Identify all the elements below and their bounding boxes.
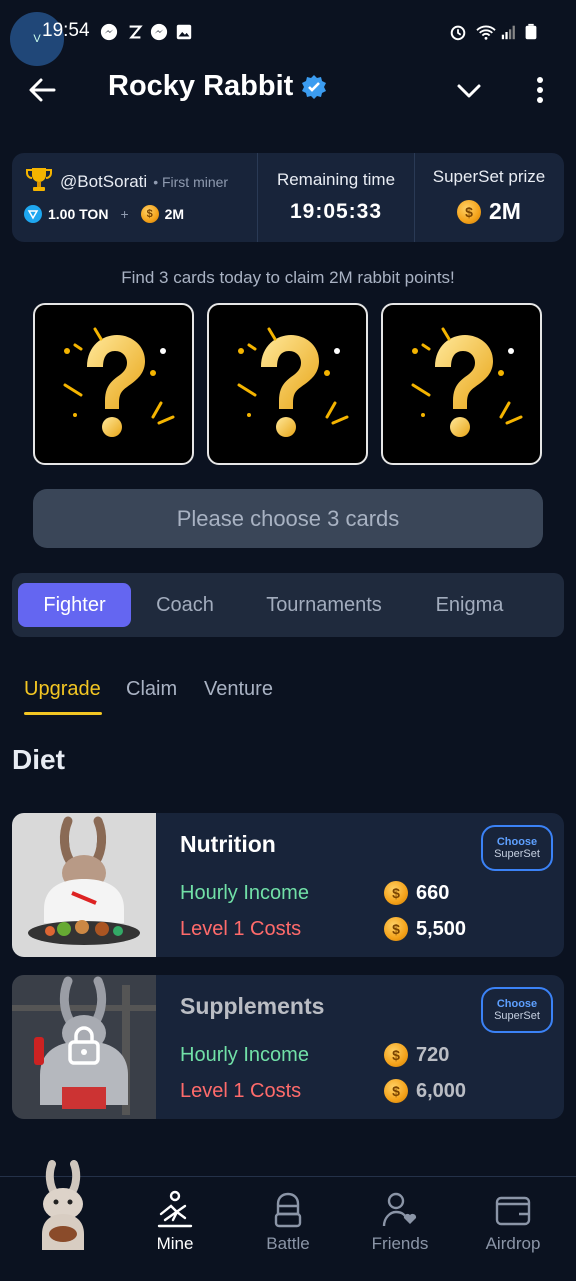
tab-fighter[interactable]: Fighter xyxy=(18,583,131,627)
gallery-icon xyxy=(176,24,192,40)
ton-icon xyxy=(24,205,42,223)
reward-row: 1.00 TON + $ 2M xyxy=(24,205,184,223)
coin-icon: $ xyxy=(140,205,159,223)
alarm-icon xyxy=(450,25,466,41)
superset-prize-value: 2M xyxy=(489,198,521,224)
airdrop-icon xyxy=(495,1196,531,1226)
choose-superset-button[interactable]: Choose SuperSet xyxy=(481,987,553,1033)
subtab-upgrade[interactable]: Upgrade xyxy=(24,678,101,701)
coin-icon: $ xyxy=(384,1079,408,1103)
hourly-income: $660 xyxy=(384,881,449,905)
mystery-card-2[interactable] xyxy=(207,303,368,465)
nav-airdrop-label: Airdrop xyxy=(485,1234,541,1253)
hourly-income-label: Hourly Income xyxy=(180,1044,309,1066)
level-cost-value: 6,000 xyxy=(416,1079,467,1102)
upgrade-card-nutrition[interactable]: Nutrition Hourly Income Level 1 Costs $6… xyxy=(12,813,564,957)
active-subtab-indicator xyxy=(24,712,102,715)
choose-cards-button[interactable]: Please choose 3 cards xyxy=(33,489,543,548)
superset-info-panel: @BotSorati • First miner 1.00 TON + $ 2M … xyxy=(12,153,564,242)
upgrade-name: Nutrition xyxy=(180,831,276,857)
nav-mine-label: Mine xyxy=(156,1234,194,1253)
nav-friends[interactable]: Friends xyxy=(350,1190,450,1254)
tab-enigma[interactable]: Enigma xyxy=(412,583,527,627)
status-time: 19:54 xyxy=(42,20,90,41)
page-title-text: Rocky Rabbit xyxy=(108,70,294,102)
messenger-icon xyxy=(100,23,118,41)
tab-tournaments[interactable]: Tournaments xyxy=(244,583,404,627)
mystery-card-3[interactable] xyxy=(381,303,542,465)
superset-prize-label: SuperSet prize xyxy=(432,167,546,186)
remaining-time-value: 19:05:33 xyxy=(289,200,383,223)
choose-superset-line2: SuperSet xyxy=(494,848,540,860)
first-miner-handle[interactable]: @BotSorati • First miner xyxy=(60,172,228,192)
chevron-down-icon[interactable] xyxy=(454,76,484,106)
section-title: Diet xyxy=(12,744,65,775)
nav-mine[interactable]: Mine xyxy=(125,1190,225,1254)
level-cost-value: 5,500 xyxy=(416,917,467,940)
bonus-amount: 2M xyxy=(164,206,185,222)
cards-instruction: Find 3 cards today to claim 2M rabbit po… xyxy=(121,268,455,287)
choose-superset-line1: Choose xyxy=(496,836,538,848)
nav-friends-label: Friends xyxy=(371,1234,429,1253)
hourly-income: $720 xyxy=(384,1043,449,1067)
mine-icon xyxy=(157,1190,193,1228)
level-cost: $6,000 xyxy=(384,1079,466,1103)
nav-battle-label: Battle xyxy=(266,1234,310,1253)
coin-icon: $ xyxy=(457,199,482,224)
back-arrow-icon[interactable] xyxy=(24,72,60,108)
ton-amount: 1.00 TON xyxy=(48,206,109,222)
tab-coach[interactable]: Coach xyxy=(136,583,234,627)
hourly-income-label: Hourly Income xyxy=(180,882,309,904)
question-mark-icon xyxy=(237,327,349,437)
divider xyxy=(257,153,258,242)
hourly-income-value: 660 xyxy=(416,881,450,904)
coin-icon: $ xyxy=(384,1043,408,1067)
battle-icon xyxy=(274,1192,302,1228)
mystery-card-1[interactable] xyxy=(33,303,194,465)
choose-superset-button[interactable]: Choose SuperSet xyxy=(481,825,553,871)
coin-icon: $ xyxy=(384,881,408,905)
subtab-venture[interactable]: Venture xyxy=(204,678,273,701)
friends-icon xyxy=(382,1192,417,1227)
category-tabs: Fighter Coach Tournaments Enigma xyxy=(12,573,564,637)
rabbit-avatar[interactable] xyxy=(30,1160,96,1256)
battery-icon xyxy=(525,23,537,40)
wifi-icon xyxy=(476,25,496,40)
remaining-time-label: Remaining time xyxy=(276,170,396,189)
superset-prize: $ 2M xyxy=(424,198,554,225)
choose-superset-line2: SuperSet xyxy=(494,1010,540,1022)
zap-icon xyxy=(129,25,143,39)
nav-airdrop[interactable]: Airdrop xyxy=(463,1190,563,1254)
nutrition-rabbit-image xyxy=(12,813,156,957)
signal-icon xyxy=(501,25,515,40)
divider xyxy=(414,153,415,242)
trophy-icon xyxy=(26,168,52,191)
plus-sign: + xyxy=(120,206,129,222)
messenger-icon-2 xyxy=(150,23,168,41)
lock-icon xyxy=(68,1026,100,1065)
page-title: Rocky Rabbit xyxy=(108,70,327,103)
status-bar: V 19:54 xyxy=(0,0,576,66)
choose-superset-line1: Choose xyxy=(496,998,538,1010)
hourly-income-value: 720 xyxy=(416,1043,450,1066)
level-cost-label: Level 1 Costs xyxy=(180,1080,302,1102)
more-options-icon[interactable] xyxy=(530,74,550,106)
level-cost: $5,500 xyxy=(384,917,466,941)
coin-icon: $ xyxy=(384,917,408,941)
level-cost-label: Level 1 Costs xyxy=(180,918,302,940)
nav-battle[interactable]: Battle xyxy=(238,1190,338,1254)
first-miner-label: • First miner xyxy=(153,174,229,190)
upgrade-card-supplements[interactable]: Supplements Hourly Income Level 1 Costs … xyxy=(12,975,564,1119)
question-mark-icon xyxy=(411,327,523,437)
question-mark-icon xyxy=(63,327,175,437)
verified-badge-icon xyxy=(302,74,327,99)
upgrade-name: Supplements xyxy=(180,993,325,1019)
subtab-claim[interactable]: Claim xyxy=(126,678,177,701)
